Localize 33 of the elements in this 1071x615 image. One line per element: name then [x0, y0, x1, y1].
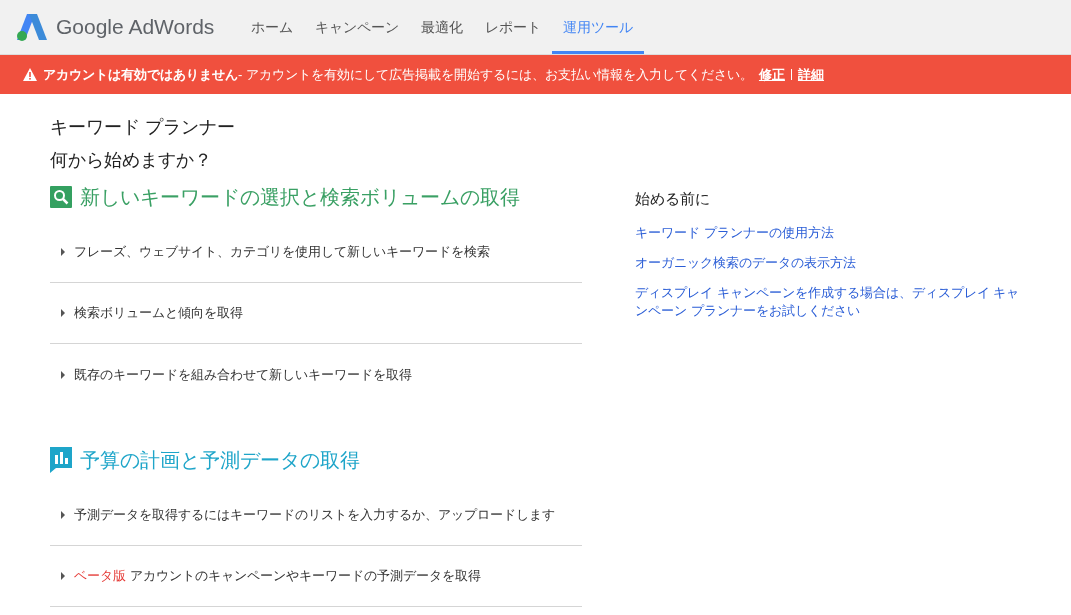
nav-tab[interactable]: レポート: [474, 0, 553, 54]
warning-icon: [23, 68, 37, 81]
section-title: 予算の計画と予測データの取得: [80, 448, 360, 473]
option-text: 既存のキーワードを組み合わせて新しいキーワードを取得: [74, 365, 412, 384]
search-icon: [50, 186, 72, 208]
alert-message: - アカウントを有効にして広告掲載を開始するには、お支払い情報を入力してください。: [238, 65, 753, 84]
logo-text: Google AdWords: [56, 14, 215, 41]
bar-chart-icon: [50, 447, 72, 473]
option-row[interactable]: ベータ版 アカウントのキャンペーンやキーワードの予測データを取得: [50, 566, 481, 586]
page-subtitle: 何から始めますか？: [50, 149, 213, 172]
help-link[interactable]: ディスプレイ キャンペーンを作成する場合は、ディスプレイ キャンペーン プランナーをお試しください: [635, 283, 1030, 320]
nav-tab[interactable]: ホーム: [240, 0, 305, 54]
alert-link[interactable]: 詳細: [797, 64, 824, 85]
caret-icon: [61, 572, 65, 580]
alert-link[interactable]: 修正: [758, 64, 785, 85]
logo-icon: [17, 13, 47, 41]
section-title: 新しいキーワードの選択と検索ボリュームの取得: [80, 185, 520, 210]
page-title: キーワード プランナー: [50, 116, 236, 139]
option-row[interactable]: 検索ボリュームと傾向を取得: [50, 303, 243, 323]
caret-icon: [61, 370, 65, 379]
caret-icon: [61, 309, 65, 317]
help-link[interactable]: キーワード プランナーの使用方法: [635, 223, 1030, 242]
nav-tab[interactable]: キャンペーン: [304, 0, 411, 54]
caret-icon: [61, 511, 65, 519]
caret-icon: [61, 248, 65, 256]
option-text: 検索ボリュームと傾向を取得: [74, 304, 243, 323]
sidebar-title: 始める前に: [635, 189, 711, 209]
beta-label: ベータ版: [74, 567, 126, 586]
option-text: アカウントのキャンペーンやキーワードの予測データを取得: [130, 567, 481, 586]
nav-tab[interactable]: 最適化: [410, 0, 475, 54]
alert-title: アカウントは有効ではありません: [43, 65, 238, 84]
help-link[interactable]: オーガニック検索のデータの表示方法: [635, 253, 1030, 272]
option-row[interactable]: 既存のキーワードを組み合わせて新しいキーワードを取得: [50, 364, 412, 385]
